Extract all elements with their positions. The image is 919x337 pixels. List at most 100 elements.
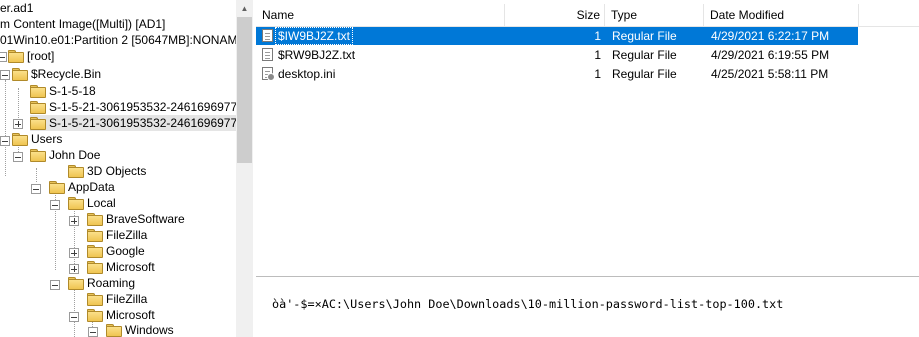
file-row[interactable]: $IW9BJ2Z.txt 1 Regular File 4/29/2021 6:… <box>256 27 858 45</box>
folder-icon <box>68 165 84 178</box>
tree-item-sid-1[interactable]: S-1-5-21-3061953532-2461696977-136 <box>30 99 236 115</box>
file-type: Regular File <box>612 67 677 81</box>
tree-item-label: Roaming <box>87 276 136 290</box>
tree-item-label: Windows <box>125 323 174 337</box>
tree-guide-line <box>5 80 6 176</box>
file-type: Regular File <box>612 29 677 43</box>
file-name: desktop.ini <box>278 67 336 81</box>
tree-item-microsoft-roaming[interactable]: Microsoft <box>87 307 155 323</box>
folder-icon <box>87 245 103 258</box>
file-type: Regular File <box>612 48 677 62</box>
folder-icon <box>30 117 46 130</box>
folder-icon <box>30 149 46 162</box>
tree-guide-line <box>36 168 37 182</box>
folder-icon <box>68 197 84 210</box>
tree-item-label: FileZilla <box>106 292 148 306</box>
tree-scrollbar[interactable]: ▲ <box>236 0 253 337</box>
collapse-icon[interactable] <box>0 70 10 80</box>
folder-icon <box>87 261 103 274</box>
tree-item-label: Local <box>87 196 116 210</box>
file-row[interactable]: desktop.ini 1 Regular File 4/25/2021 5:5… <box>256 65 858 83</box>
collapse-icon[interactable] <box>50 280 60 290</box>
file-row[interactable]: $RW9BJ2Z.txt 1 Regular File 4/29/2021 6:… <box>256 46 858 64</box>
expand-icon[interactable] <box>13 119 23 129</box>
tree-item-label: Google <box>106 244 145 258</box>
folder-icon <box>12 133 28 146</box>
folder-icon <box>30 101 46 114</box>
collapse-icon[interactable] <box>88 327 98 337</box>
tree-item-users[interactable]: Users <box>12 131 62 147</box>
tree-item-label: er.ad1 <box>0 1 34 15</box>
collapse-icon[interactable] <box>0 136 10 146</box>
folder-icon <box>87 293 103 306</box>
tree-item-root[interactable]: [root] <box>8 48 54 64</box>
tree-item-label: 01Win10.e01:Partition 2 [50647MB]:NONAME… <box>0 33 236 47</box>
tree-item-label: S-1-5-18 <box>49 84 96 98</box>
tree-item-3d-objects[interactable]: 3D Objects <box>68 163 146 179</box>
tree-item-label: John Doe <box>49 148 101 162</box>
tree-item-label: FileZilla <box>106 228 148 242</box>
text-file-icon <box>262 48 273 61</box>
text-file-icon <box>262 29 273 42</box>
settings-file-icon <box>262 67 275 81</box>
folder-icon <box>12 68 28 81</box>
folder-icon <box>87 229 103 242</box>
expand-icon[interactable] <box>69 264 79 274</box>
tree-item-label: BraveSoftware <box>106 212 185 226</box>
file-name: $IW9BJ2Z.txt <box>274 27 354 45</box>
tree-item-google[interactable]: Google <box>87 243 145 259</box>
tree-item-label: $Recycle.Bin <box>31 67 102 81</box>
file-size: 1 <box>594 29 601 43</box>
tree-item-sid-s-1-5-18[interactable]: S-1-5-18 <box>30 83 96 99</box>
folder-icon <box>68 277 84 290</box>
tree-item-sid-2[interactable]: S-1-5-21-3061953532-2461696977-136 <box>30 115 236 131</box>
collapse-icon[interactable] <box>31 184 41 194</box>
tree-item-filezilla-roaming[interactable]: FileZilla <box>87 291 147 307</box>
column-header-type[interactable]: Type <box>605 4 704 26</box>
expand-icon[interactable] <box>69 248 79 258</box>
tree-item-appdata[interactable]: AppData <box>49 179 115 195</box>
column-header-name[interactable]: Name <box>256 4 505 26</box>
folder-icon <box>106 324 122 337</box>
tree-item-label: S-1-5-21-3061953532-2461696977-136 <box>49 116 236 130</box>
tree-item-windows[interactable]: Windows <box>106 322 174 337</box>
collapse-icon[interactable] <box>0 52 7 62</box>
collapse-icon[interactable] <box>13 152 23 162</box>
tree-item-recycle-bin[interactable]: $Recycle.Bin <box>12 66 101 82</box>
tree-item-label: Microsoft <box>106 260 155 274</box>
preview-text: òà'-$=×AC:\Users\John Doe\Downloads\10-m… <box>272 297 784 311</box>
file-date-modified: 4/29/2021 6:19:55 PM <box>711 48 830 62</box>
tree-item-roaming[interactable]: Roaming <box>68 275 135 291</box>
scrollbar-thumb[interactable] <box>237 17 252 163</box>
file-date-modified: 4/25/2021 5:58:11 PM <box>711 67 829 81</box>
tree-item-label: Users <box>31 132 63 146</box>
column-header-size[interactable]: Size <box>505 4 605 26</box>
file-date-modified: 4/29/2021 6:22:17 PM <box>711 29 830 43</box>
tree-item-label: 3D Objects <box>87 164 147 178</box>
folder-icon <box>87 213 103 226</box>
column-header-date-modified[interactable]: Date Modified <box>704 4 859 26</box>
expand-icon[interactable] <box>69 216 79 226</box>
tree-item-filezilla-local[interactable]: FileZilla <box>87 227 147 243</box>
collapse-icon[interactable] <box>69 312 79 322</box>
tree-item-label: m Content Image([Multi]) [AD1] <box>0 17 166 31</box>
file-name: $RW9BJ2Z.txt <box>278 48 356 62</box>
text-preview-pane[interactable]: òà'-$=×AC:\Users\John Doe\Downloads\10-m… <box>256 277 919 337</box>
file-size: 1 <box>594 48 601 62</box>
tree-item-partition[interactable]: 01Win10.e01:Partition 2 [50647MB]:NONAME… <box>0 32 236 48</box>
collapse-icon[interactable] <box>50 200 60 210</box>
tree-item-label: Microsoft <box>106 308 155 322</box>
tree-item-content-image[interactable]: m Content Image([Multi]) [AD1] <box>0 16 165 32</box>
folder-icon <box>30 85 46 98</box>
evidence-tree[interactable]: er.ad1 m Content Image([Multi]) [AD1] 01… <box>0 0 236 337</box>
tree-item-label: [root] <box>27 49 55 63</box>
tree-item-ad1-file[interactable]: er.ad1 <box>0 0 33 16</box>
tree-item-microsoft-local[interactable]: Microsoft <box>87 259 155 275</box>
file-list-header: Name Size Type Date Modified <box>256 4 919 27</box>
tree-item-bravesoftware[interactable]: BraveSoftware <box>87 211 185 227</box>
tree-item-local[interactable]: Local <box>68 195 116 211</box>
tree-item-john-doe[interactable]: John Doe <box>30 147 100 163</box>
file-size: 1 <box>594 67 601 81</box>
scroll-up-arrow-icon[interactable]: ▲ <box>236 0 253 17</box>
folder-icon <box>49 181 65 194</box>
